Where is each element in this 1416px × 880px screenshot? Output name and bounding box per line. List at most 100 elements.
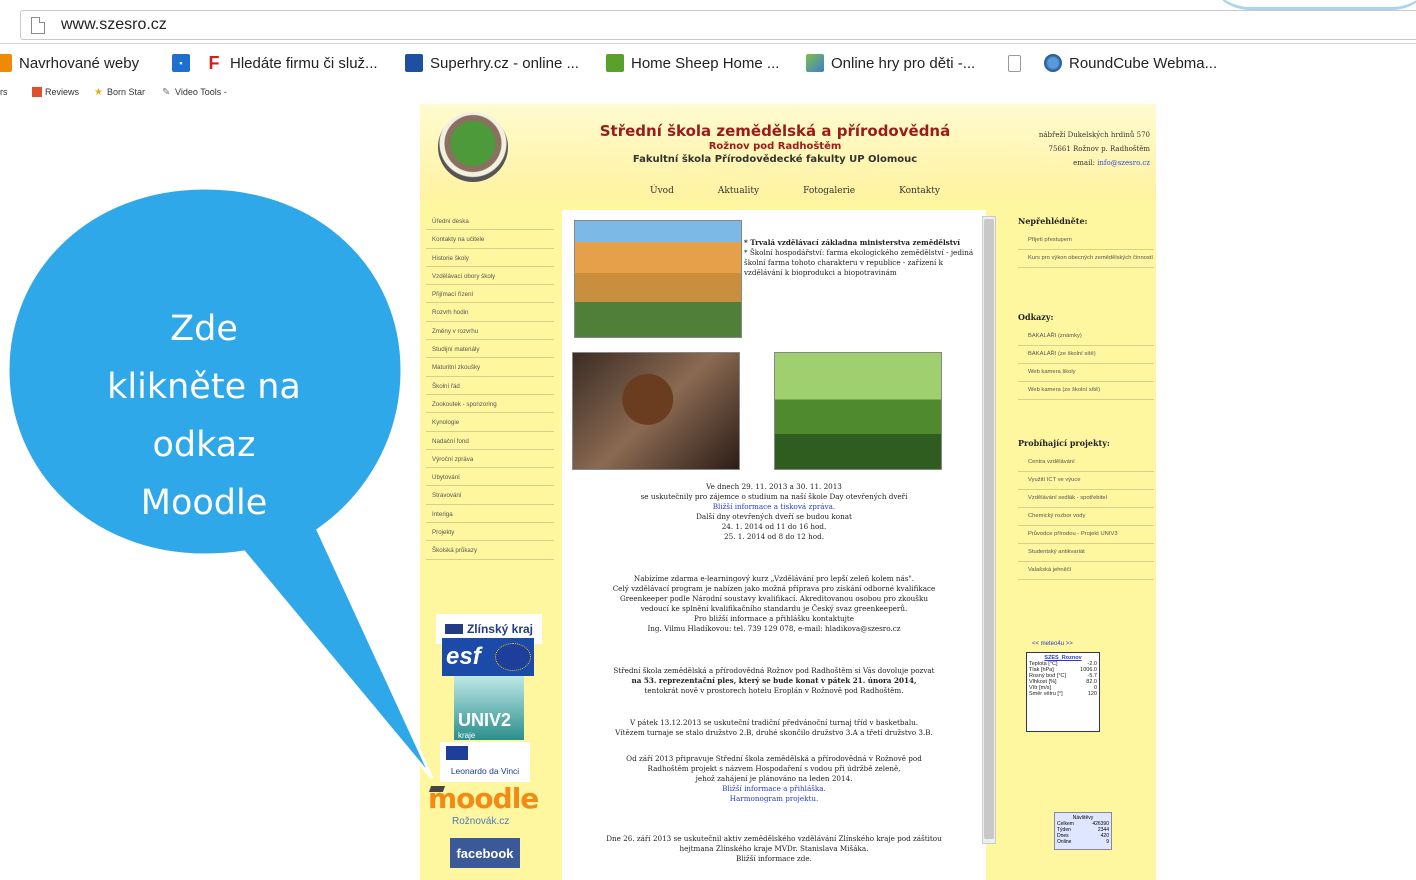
email-label: email: (1073, 159, 1098, 167)
orange-bookmark-icon (0, 54, 12, 72)
content-scrollbar[interactable] (982, 216, 996, 844)
bookmark-online-hry[interactable]: Online hry pro děti -... (806, 53, 975, 73)
address-city: 75661 Rožnov p. Radhoštěm (1048, 145, 1151, 153)
bookmark-navrhovane-weby[interactable]: Navrhované weby (0, 53, 139, 73)
facebook-banner[interactable]: facebook (450, 838, 520, 868)
right-link[interactable]: Valašská jehněčí (1018, 562, 1154, 580)
news-line: vedoucí ke splnění kvalifikačního standa… (640, 604, 908, 613)
callout-line: odkaz (152, 425, 256, 465)
horse-photo (572, 352, 740, 470)
counter-value: 9 (1106, 839, 1109, 845)
right-link[interactable]: Web kamera školy (1018, 364, 1154, 382)
bookmark-roundcube[interactable]: RoundCube Webma... (1044, 53, 1217, 73)
leftnav-item[interactable]: Přijímací řízení (426, 285, 554, 304)
school-logo-seal[interactable] (438, 112, 508, 182)
nav-aktuality[interactable]: Aktuality (718, 186, 759, 196)
leonardo-label: Leonardo da Vinci (450, 766, 520, 776)
weather-row: Směr větru [°] 120 (1029, 691, 1097, 697)
news-line: hejtmana Zlínského kraje MVDr. Stanislav… (679, 844, 869, 853)
facebook-label: facebook (456, 845, 514, 861)
bookmark-label: RoundCube Webma... (1069, 54, 1218, 72)
nav-fotogalerie[interactable]: Fotogalerie (803, 186, 855, 196)
school-faculty: Fakultní škola Přírodovědecké fakulty UP… (632, 154, 918, 165)
leftnav-item[interactable]: Studijní materiály (426, 340, 554, 359)
leftnav-item[interactable]: Ubytování (426, 468, 554, 487)
toolbar-reviews[interactable]: Reviews (32, 87, 79, 97)
leftnav-item[interactable]: Nadační fond (426, 432, 554, 450)
visit-counter: Návštěvy Celkem 426390 Týden 2344 Dnes 420 … (1054, 812, 1112, 850)
school-website: Střední škola zemědělská a přírodovědná … (420, 104, 1156, 880)
email-link[interactable]: info@szesro.cz (1097, 159, 1150, 167)
ball-news: Střední škola zemědělská a přírodovědná … (562, 666, 986, 696)
leftnav-item[interactable]: Interiga (426, 505, 554, 524)
right-link[interactable]: Kurs pro výkon obecných zemědělských čin… (1018, 250, 1154, 268)
right-link[interactable]: Využití ICT ve výuce (1018, 472, 1154, 490)
right-link[interactable]: Centra vzdělávání (1018, 454, 1154, 472)
news-line: Radhoštěm projekt s názvem Hospodaření s… (647, 764, 901, 773)
school-city: Rožnov pod Radhoštěm (708, 141, 842, 152)
project-info-link[interactable]: Bližší informace a přihláška. (562, 784, 986, 794)
leftnav-item[interactable]: Úřední deska (426, 212, 554, 231)
leftnav-item[interactable]: Maturitní zkoušky (426, 358, 554, 377)
toolbar-label: Born Star (107, 87, 146, 97)
nav-uvod[interactable]: Úvod (650, 186, 674, 196)
weather-widget[interactable]: SZES_Roznov Teplota [°C] -2.0 Tlak [hPa] 1… (1026, 652, 1100, 732)
moodle-link[interactable]: moodle (428, 782, 548, 816)
intro-line-2: * Školní hospodářství: farma ekologickéh… (744, 248, 974, 277)
right-link[interactable]: BAKALÁŘI (známky) (1018, 328, 1154, 346)
leftnav-item[interactable]: Vzdělávací obory školy (426, 267, 554, 286)
toolbar-label: rs (0, 87, 8, 97)
scrollbar-thumb[interactable] (984, 219, 994, 839)
right-link[interactable]: Chemický rozbor vody (1018, 508, 1154, 526)
leftnav-item[interactable]: Projekty (426, 523, 554, 542)
leftnav-item[interactable]: Historie školy (426, 249, 554, 267)
right-link[interactable]: Průvodce přírodou - Projekt UNIV3 (1018, 526, 1154, 544)
univ2-banner[interactable]: UNIV2 kraje (454, 676, 524, 740)
news-line: Střední škola zemědělská a přírodovědná … (613, 666, 935, 675)
esf-banner[interactable]: esf (442, 638, 534, 676)
bookmark-superhry[interactable]: Superhry.cz - online ... (405, 53, 579, 73)
right-heading: Odkazy: (1018, 312, 1054, 322)
esf-label: esf (446, 643, 481, 670)
leftnav-item[interactable]: Školská průkazy (426, 541, 554, 560)
leftnav-item[interactable]: Kontakty na učitele (426, 230, 554, 249)
bookmark-home-sheep[interactable]: Home Sheep Home ... (606, 53, 779, 73)
leftnav-item[interactable]: Rozvrh hodin (426, 303, 554, 322)
right-link[interactable]: Web kamera (ze školní sítě) (1018, 382, 1154, 400)
url-field[interactable]: www.szesro.cz (20, 10, 1416, 40)
roundcube-icon (1044, 54, 1062, 72)
school-address: nábřeží Dukelských hrdinů 570 75661 Rožn… (1000, 128, 1150, 170)
right-heading: Nepřehlédněte: (1018, 216, 1088, 226)
bookmark-blank[interactable] (1008, 53, 1028, 73)
meteo-link[interactable]: << meteo4u >> (1032, 641, 1073, 647)
leftnav-item[interactable]: Zookoutek - sponzoring (426, 395, 554, 414)
leftnav-item[interactable]: Výroční zpráva (426, 450, 554, 469)
leftnav-item[interactable]: Změny v rozvrhu (426, 322, 554, 341)
toolbar-item[interactable]: rs (0, 87, 8, 97)
callout-line: Zde (170, 309, 238, 349)
right-link[interactable]: Vzdělávání sedlák - spotřebitel (1018, 490, 1154, 508)
school-building-photo (574, 220, 742, 338)
superhry-icon (405, 54, 423, 72)
toolbar-born-star[interactable]: ★ Born Star (94, 87, 146, 98)
toolbar-label: Video Tools - (175, 87, 227, 97)
zlin-label: Zlínský kraj (466, 622, 534, 636)
right-link[interactable]: Přijetí přestupem (1018, 232, 1154, 250)
roznovak-banner[interactable]: Rožnovák.cz (452, 816, 522, 836)
bookmark-hledate-firmu[interactable]: F Hledáte firmu či služ... (205, 53, 378, 73)
project-schedule-link[interactable]: Harmonogram projektu. (562, 794, 986, 804)
right-column: Nepřehlédněte: Přijetí přestupem Kurs pr… (1018, 210, 1154, 580)
roznovak-label: Rožnovák.cz (452, 816, 510, 827)
right-link[interactable]: BAKALÁŘI (ze školní sítě) (1018, 346, 1154, 364)
leftnav-item[interactable]: Stravování (426, 486, 554, 505)
press-release-link[interactable]: Bližší informace a tisková zpráva. (562, 502, 986, 512)
leftnav-item[interactable]: Kynologie (426, 413, 554, 432)
bookmark-firmy[interactable]: ▪ (172, 53, 197, 73)
leftnav-item[interactable]: Školní řád (426, 377, 554, 395)
news-line: Celý vzdělávací program je nabízen jako … (612, 584, 936, 593)
address-street: nábřeží Dukelských hrdinů 570 (1038, 131, 1150, 139)
toolbar-video-tools[interactable]: ✎ Video Tools - (162, 87, 227, 98)
right-link[interactable]: Studentský antikvariát (1018, 544, 1154, 562)
nav-kontakty[interactable]: Kontakty (899, 186, 940, 196)
leonardo-banner[interactable]: Leonardo da Vinci (440, 742, 530, 782)
